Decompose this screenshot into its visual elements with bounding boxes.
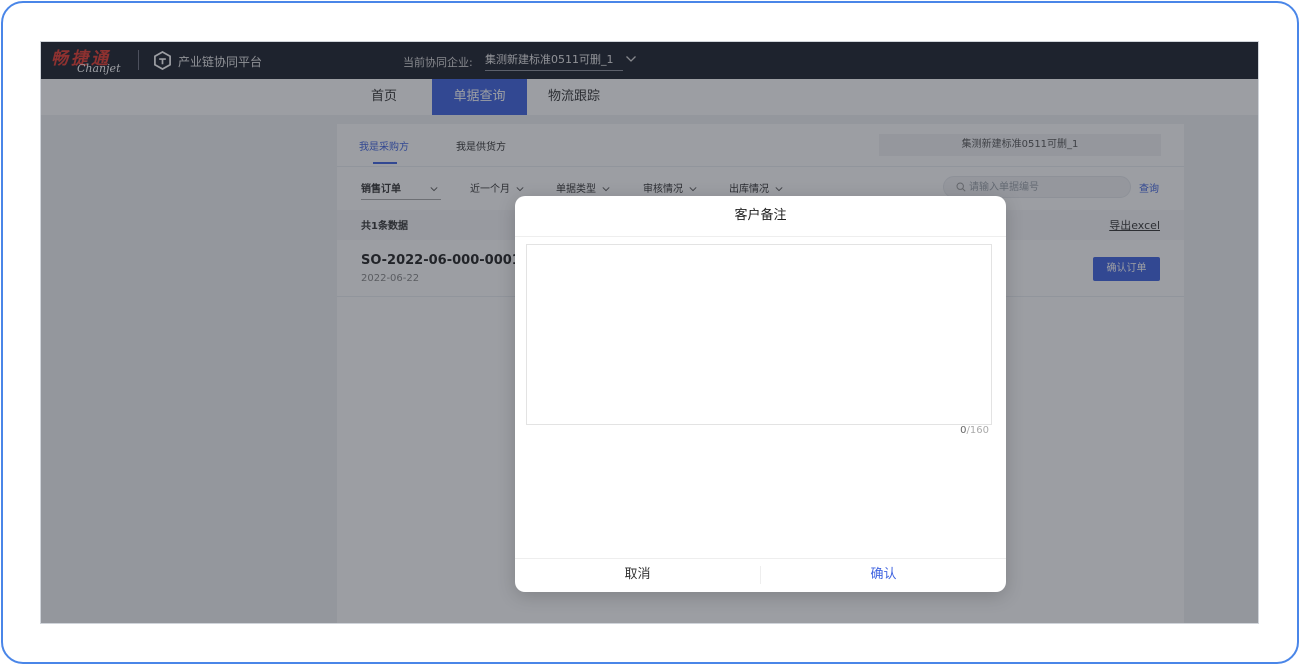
remark-textarea[interactable] <box>526 244 992 425</box>
char-count-max: /160 <box>966 425 989 436</box>
dialog-footer: 取消 确认 <box>515 558 1006 592</box>
customer-remark-dialog: 客户备注 0/160 取消 确认 <box>515 196 1006 592</box>
divider <box>515 236 1006 237</box>
confirm-button[interactable]: 确认 <box>761 558 1006 592</box>
char-counter: 0/160 <box>960 425 989 436</box>
dialog-title: 客户备注 <box>734 208 787 223</box>
cancel-button[interactable]: 取消 <box>515 558 760 592</box>
